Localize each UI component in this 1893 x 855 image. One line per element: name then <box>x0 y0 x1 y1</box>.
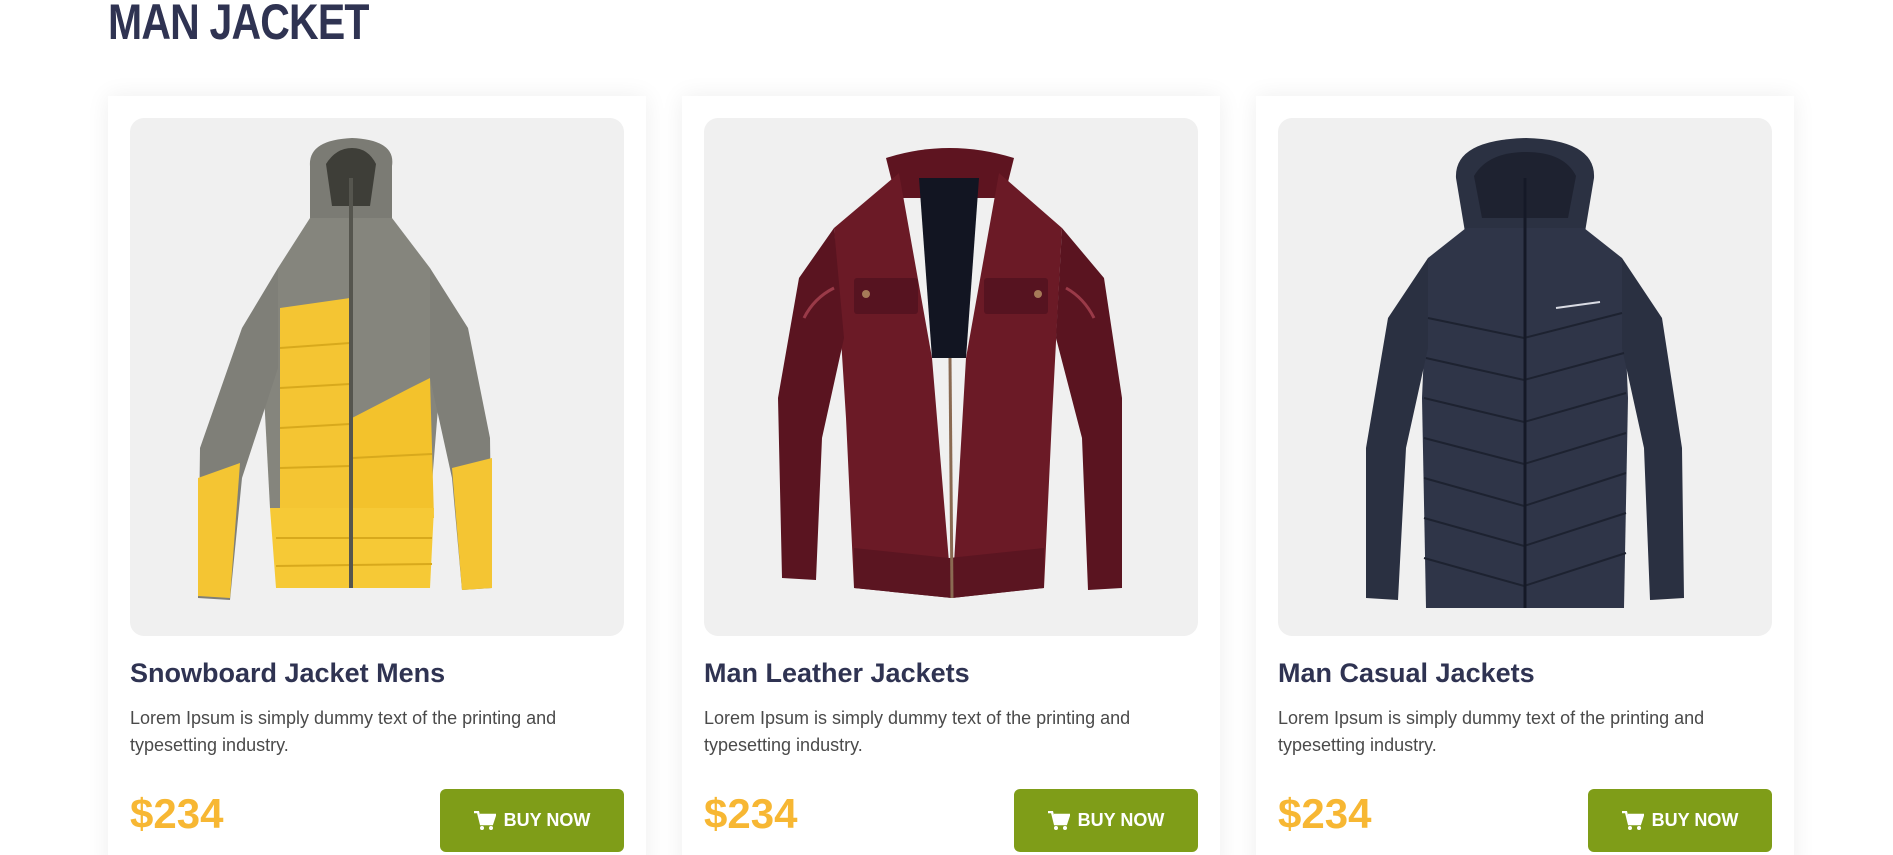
product-footer: $234 BUY NOW <box>704 789 1198 853</box>
maroon-leather-jacket-image <box>778 148 1122 599</box>
product-image[interactable] <box>704 118 1198 636</box>
buy-now-button[interactable]: BUY NOW <box>440 789 624 852</box>
buy-now-label: BUY NOW <box>1077 810 1165 830</box>
product-title[interactable]: Man Casual Jackets <box>1278 654 1772 692</box>
product-card: Man Casual Jackets Lorem Ipsum is simply… <box>1256 96 1794 855</box>
buy-now-button[interactable]: BUY NOW <box>1588 789 1772 852</box>
product-description: Lorem Ipsum is simply dummy text of the … <box>1278 708 1705 755</box>
product-title[interactable]: Snowboard Jacket Mens <box>130 654 624 692</box>
product-title[interactable]: Man Leather Jackets <box>704 654 1198 692</box>
cart-icon <box>473 810 496 831</box>
buy-now-label: BUY NOW <box>1651 810 1739 830</box>
product-image[interactable] <box>130 118 624 636</box>
product-footer: $234 BUY NOW <box>1278 789 1772 853</box>
cart-icon <box>1621 810 1644 831</box>
product-description: Lorem Ipsum is simply dummy text of the … <box>704 708 1131 755</box>
buy-now-button[interactable]: BUY NOW <box>1014 789 1198 852</box>
cart-icon <box>1047 810 1070 831</box>
product-price: $234 <box>704 790 798 837</box>
page: MAN JACKET Snowboard Jacket Mens Lorem I… <box>0 0 1893 855</box>
product-image[interactable] <box>1278 118 1772 636</box>
product-description: Lorem Ipsum is simply dummy text of the … <box>130 708 557 755</box>
section-title: MAN JACKET <box>108 0 369 50</box>
product-price: $234 <box>130 790 224 837</box>
product-price: $234 <box>1278 790 1372 837</box>
product-footer: $234 BUY NOW <box>130 789 624 853</box>
product-card: Man Leather Jackets Lorem Ipsum is simpl… <box>682 96 1220 855</box>
buy-now-label: BUY NOW <box>503 810 591 830</box>
product-card: Snowboard Jacket Mens Lorem Ipsum is sim… <box>108 96 646 855</box>
navy-hooded-puffer-jacket-image <box>1366 138 1684 608</box>
product-grid: Snowboard Jacket Mens Lorem Ipsum is sim… <box>108 96 1794 855</box>
yellow-grey-puffer-jacket-image <box>198 138 492 600</box>
